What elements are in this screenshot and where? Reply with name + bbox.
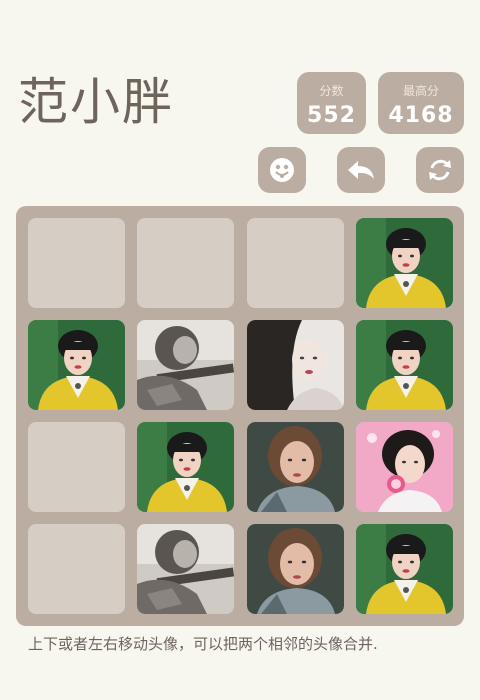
board-cell <box>247 320 344 410</box>
tile-bw-portrait <box>247 320 344 410</box>
tile-brown-hair <box>247 422 344 512</box>
board-cell <box>137 422 234 512</box>
tile-bw-rifle <box>137 320 234 410</box>
app-title: 范小胖 <box>18 73 174 131</box>
board-cell <box>247 524 344 614</box>
board-cell <box>247 218 344 308</box>
board-cell <box>137 218 234 308</box>
board-cell <box>28 218 125 308</box>
board-cell <box>356 422 453 512</box>
tile-yellow-dress <box>356 320 453 410</box>
board-cell <box>356 524 453 614</box>
tile-brown-hair <box>247 524 344 614</box>
tile-yellow-dress <box>137 422 234 512</box>
best-score-box: 最高分 4168 <box>378 72 464 134</box>
tile-yellow-dress <box>28 320 125 410</box>
board-cell <box>356 320 453 410</box>
best-score-label: 最高分 <box>402 84 439 98</box>
board-cell <box>28 422 125 512</box>
best-score-value: 4168 <box>388 103 454 128</box>
face-button[interactable] <box>258 147 306 193</box>
tile-yellow-dress <box>356 218 453 308</box>
tile-bw-rifle <box>137 524 234 614</box>
board-cell <box>356 218 453 308</box>
instructions-text: 上下或者左右移动头像，可以把两个相邻的头像合并. <box>28 635 378 653</box>
current-score-label: 分数 <box>319 84 344 98</box>
board-cell <box>28 320 125 410</box>
current-score-box: 分数 552 <box>297 72 366 134</box>
board-cell <box>28 524 125 614</box>
undo-arrow-icon <box>348 161 374 179</box>
board-cell <box>247 422 344 512</box>
smiley-face-icon <box>270 158 294 182</box>
refresh-icon <box>429 159 451 181</box>
board-cell <box>137 524 234 614</box>
tile-yellow-dress <box>356 524 453 614</box>
tile-pink-lollipop <box>356 422 453 512</box>
current-score-value: 552 <box>307 103 356 128</box>
undo-button[interactable] <box>337 147 385 193</box>
restart-button[interactable] <box>416 147 464 193</box>
game-board[interactable] <box>16 206 464 626</box>
board-cell <box>137 320 234 410</box>
